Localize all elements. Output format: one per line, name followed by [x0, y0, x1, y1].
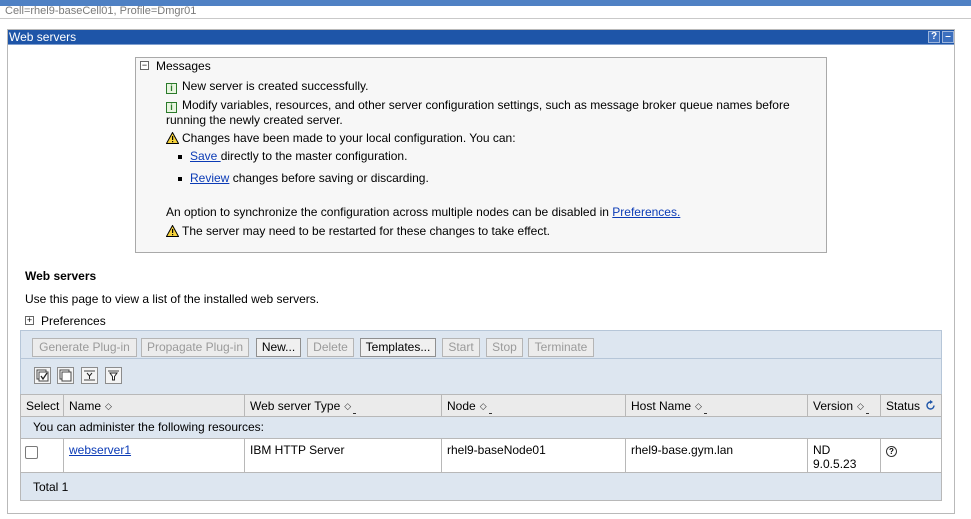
column-host-name[interactable]: Host Name ◇ — [626, 395, 808, 417]
column-web-server-type[interactable]: Web server Type ◇ — [245, 395, 442, 417]
web-servers-panel: Web servers ? – − Messages i New server i… — [7, 29, 955, 514]
warning-icon — [166, 132, 179, 144]
save-option: Save directly to the master configuratio… — [190, 149, 408, 163]
warning-icon — [166, 225, 179, 237]
table-row: webserver1 IBM HTTP Server rhel9-baseNod… — [20, 438, 942, 473]
panel-title: Web servers — [9, 30, 77, 44]
info-icon: i — [166, 83, 177, 94]
webserver-link[interactable]: webserver1 — [69, 443, 131, 457]
status-cell: ? — [881, 439, 941, 473]
sort-icon[interactable]: ◇ — [480, 395, 487, 417]
start-button[interactable]: Start — [442, 338, 480, 357]
warning-message-restart: The server may need to be restarted for … — [166, 224, 550, 238]
info-icon: i — [166, 102, 177, 113]
section-title: Web servers — [25, 269, 97, 283]
column-select: Select — [21, 395, 64, 417]
table-icon-bar — [20, 359, 942, 395]
column-status[interactable]: Status — [881, 395, 941, 417]
sort-icon[interactable]: ◇ — [857, 395, 864, 417]
show-filter-icon[interactable] — [81, 367, 98, 384]
refresh-icon[interactable] — [925, 400, 936, 411]
context-breadcrumb: Cell=rhel9-baseCell01, Profile=Dmgr01 — [5, 5, 197, 17]
info-message-modify: i Modify variables, resources, and other … — [166, 98, 790, 127]
review-link[interactable]: Review — [190, 171, 229, 185]
warning-message-changes: Changes have been made to your local con… — [166, 131, 516, 145]
delete-button[interactable]: Delete — [307, 338, 354, 357]
templates-button[interactable]: Templates... — [360, 338, 436, 357]
divider — [0, 18, 971, 19]
type-cell: IBM HTTP Server — [245, 439, 442, 473]
preferences-label[interactable]: Preferences — [41, 314, 106, 328]
generate-plugin-button[interactable]: Generate Plug-in — [32, 338, 137, 357]
messages-heading: Messages — [156, 59, 211, 73]
row-checkbox[interactable] — [25, 446, 38, 459]
terminate-button[interactable]: Terminate — [528, 338, 594, 357]
column-node[interactable]: Node ◇ — [442, 395, 626, 417]
column-name[interactable]: Name ◇ — [64, 395, 245, 417]
name-cell: webserver1 — [64, 439, 245, 473]
resource-note: You can administer the following resourc… — [20, 417, 942, 438]
sort-icon[interactable]: ◇ — [344, 395, 351, 417]
stop-button[interactable]: Stop — [486, 338, 523, 357]
messages-collapse-toggle[interactable]: − — [140, 61, 149, 70]
bullet — [178, 177, 182, 181]
new-button[interactable]: New... — [256, 338, 301, 357]
select-all-icon[interactable] — [34, 367, 51, 384]
action-toolbar: Generate Plug-in Propagate Plug-in New..… — [20, 330, 942, 359]
bullet — [178, 155, 182, 159]
info-message-created: i New server is created successfully. — [166, 79, 369, 94]
clear-filter-icon[interactable] — [105, 367, 122, 384]
column-version[interactable]: Version ◇ — [808, 395, 881, 417]
review-option: Review changes before saving or discardi… — [190, 171, 429, 185]
sort-icon[interactable]: ◇ — [695, 395, 702, 417]
select-cell — [21, 439, 64, 473]
messages-box: − Messages i New server is created succes… — [135, 57, 827, 253]
preferences-expand-toggle[interactable]: + — [25, 316, 34, 325]
panel-title-bar: Web servers ? – — [8, 30, 954, 45]
preferences-link[interactable]: Preferences. — [612, 205, 680, 219]
node-cell: rhel9-baseNode01 — [442, 439, 626, 473]
version-cell: ND 9.0.5.23 — [808, 439, 881, 473]
propagate-plugin-button[interactable]: Propagate Plug-in — [141, 338, 249, 357]
sync-message: An option to synchronize the configurati… — [166, 205, 681, 219]
help-button[interactable]: ? — [928, 31, 940, 43]
sort-icon[interactable]: ◇ — [105, 395, 112, 417]
minimize-button[interactable]: – — [942, 31, 954, 43]
table-header: Select Name ◇ Web server Type ◇ Node ◇ Host… — [20, 394, 942, 417]
unknown-status-icon: ? — [886, 446, 897, 457]
deselect-all-icon[interactable] — [57, 367, 74, 384]
save-link[interactable]: Save — [190, 149, 221, 163]
table-total: Total 1 — [20, 473, 942, 501]
section-description: Use this page to view a list of the inst… — [25, 292, 320, 306]
host-cell: rhel9-base.gym.lan — [626, 439, 808, 473]
